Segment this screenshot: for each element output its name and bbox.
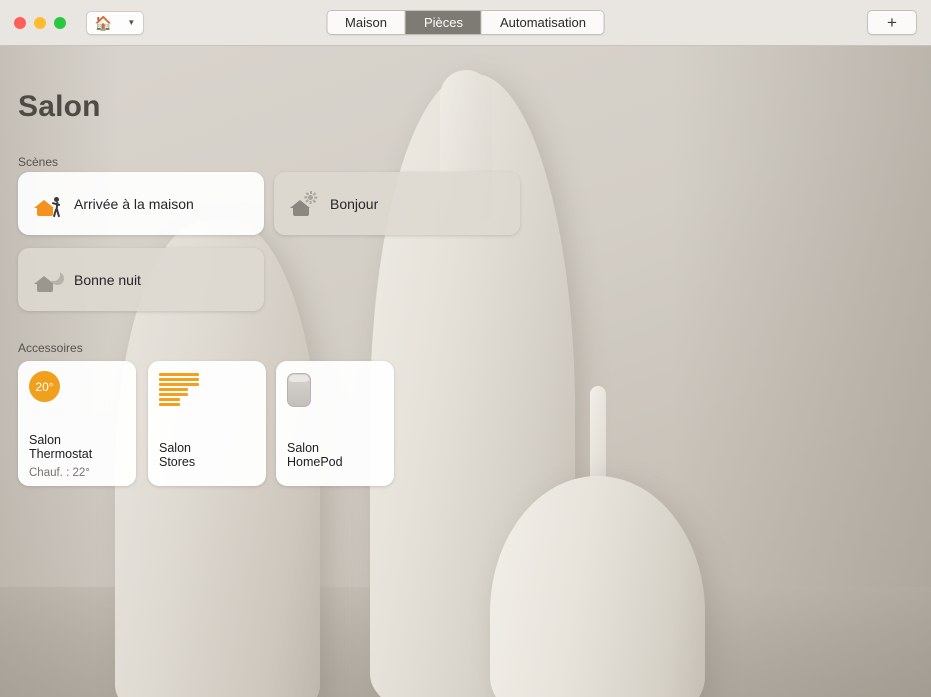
home-icon: 🏠	[94, 14, 113, 31]
close-window-icon[interactable]	[14, 16, 26, 29]
scenes-section-label: Scènes	[18, 155, 59, 169]
room-content-area: Salon Scènes Arrivée à la maison Bonjour…	[0, 46, 931, 697]
tab-automatisation[interactable]: Automatisation	[481, 11, 604, 34]
accessory-name-line2: Stores	[159, 455, 196, 469]
blinds-icon	[159, 373, 199, 406]
scene-tile-arrivee-a-la-maison[interactable]: Arrivée à la maison	[18, 172, 264, 235]
accessory-name-line2: HomePod	[287, 455, 343, 469]
thermostat-icon: 20°	[29, 371, 60, 402]
minimize-window-icon[interactable]	[34, 16, 46, 29]
accessory-tile-stores[interactable]: Salon Stores	[148, 361, 266, 486]
accessory-name-line1: Salon	[159, 441, 191, 455]
accessory-name-line1: Salon	[287, 441, 319, 455]
scene-tile-bonne-nuit[interactable]: Bonne nuit	[18, 248, 264, 311]
house-sun-icon	[288, 190, 318, 217]
scene-tile-bonjour[interactable]: Bonjour	[274, 172, 520, 235]
tab-pieces-label: Pièces	[423, 15, 463, 30]
accessory-name: Salon Thermostat	[29, 433, 92, 461]
accessories-section-label: Accessoires	[18, 341, 83, 355]
accessory-tile-homepod[interactable]: Salon HomePod	[276, 361, 394, 486]
accessory-name-line2: Thermostat	[29, 447, 93, 461]
add-accessory-button[interactable]: +	[867, 10, 917, 35]
accessory-tile-thermostat[interactable]: 20° Salon Thermostat Chauf. : 22°	[18, 361, 136, 486]
zoom-window-icon[interactable]	[54, 16, 66, 29]
accessory-status: Chauf. : 22°	[29, 467, 90, 479]
tab-automatisation-label: Automatisation	[499, 15, 586, 30]
scene-label: Bonjour	[330, 195, 379, 212]
accessory-name: Salon Stores	[159, 441, 195, 469]
traffic-light-buttons	[14, 16, 66, 29]
room-ui-layer: Salon Scènes Arrivée à la maison Bonjour…	[0, 46, 931, 697]
homepod-icon	[287, 373, 311, 407]
house-person-icon	[32, 191, 62, 217]
tab-pieces[interactable]: Pièces	[405, 11, 482, 34]
chevron-down-icon: ▼	[127, 18, 136, 27]
tab-maison-label: Maison	[345, 15, 387, 30]
page-title: Salon	[18, 90, 101, 123]
accessory-name: Salon HomePod	[287, 441, 343, 469]
scene-label: Arrivée à la maison	[74, 195, 194, 212]
house-moon-icon	[32, 267, 62, 293]
plus-icon: +	[887, 12, 897, 32]
title-bar: 🏠 ▼ Maison Pièces Automatisation +	[0, 0, 931, 46]
home-selector-button[interactable]: 🏠 ▼	[86, 10, 144, 35]
tab-maison[interactable]: Maison	[327, 11, 406, 34]
scene-label: Bonne nuit	[74, 271, 141, 288]
home-app-window: 🏠 ▼ Maison Pièces Automatisation + Salon…	[0, 0, 931, 697]
view-tabs: Maison Pièces Automatisation	[326, 10, 605, 35]
accessory-name-line1: Salon	[29, 433, 61, 447]
thermostat-temperature-badge: 20°	[35, 379, 54, 394]
